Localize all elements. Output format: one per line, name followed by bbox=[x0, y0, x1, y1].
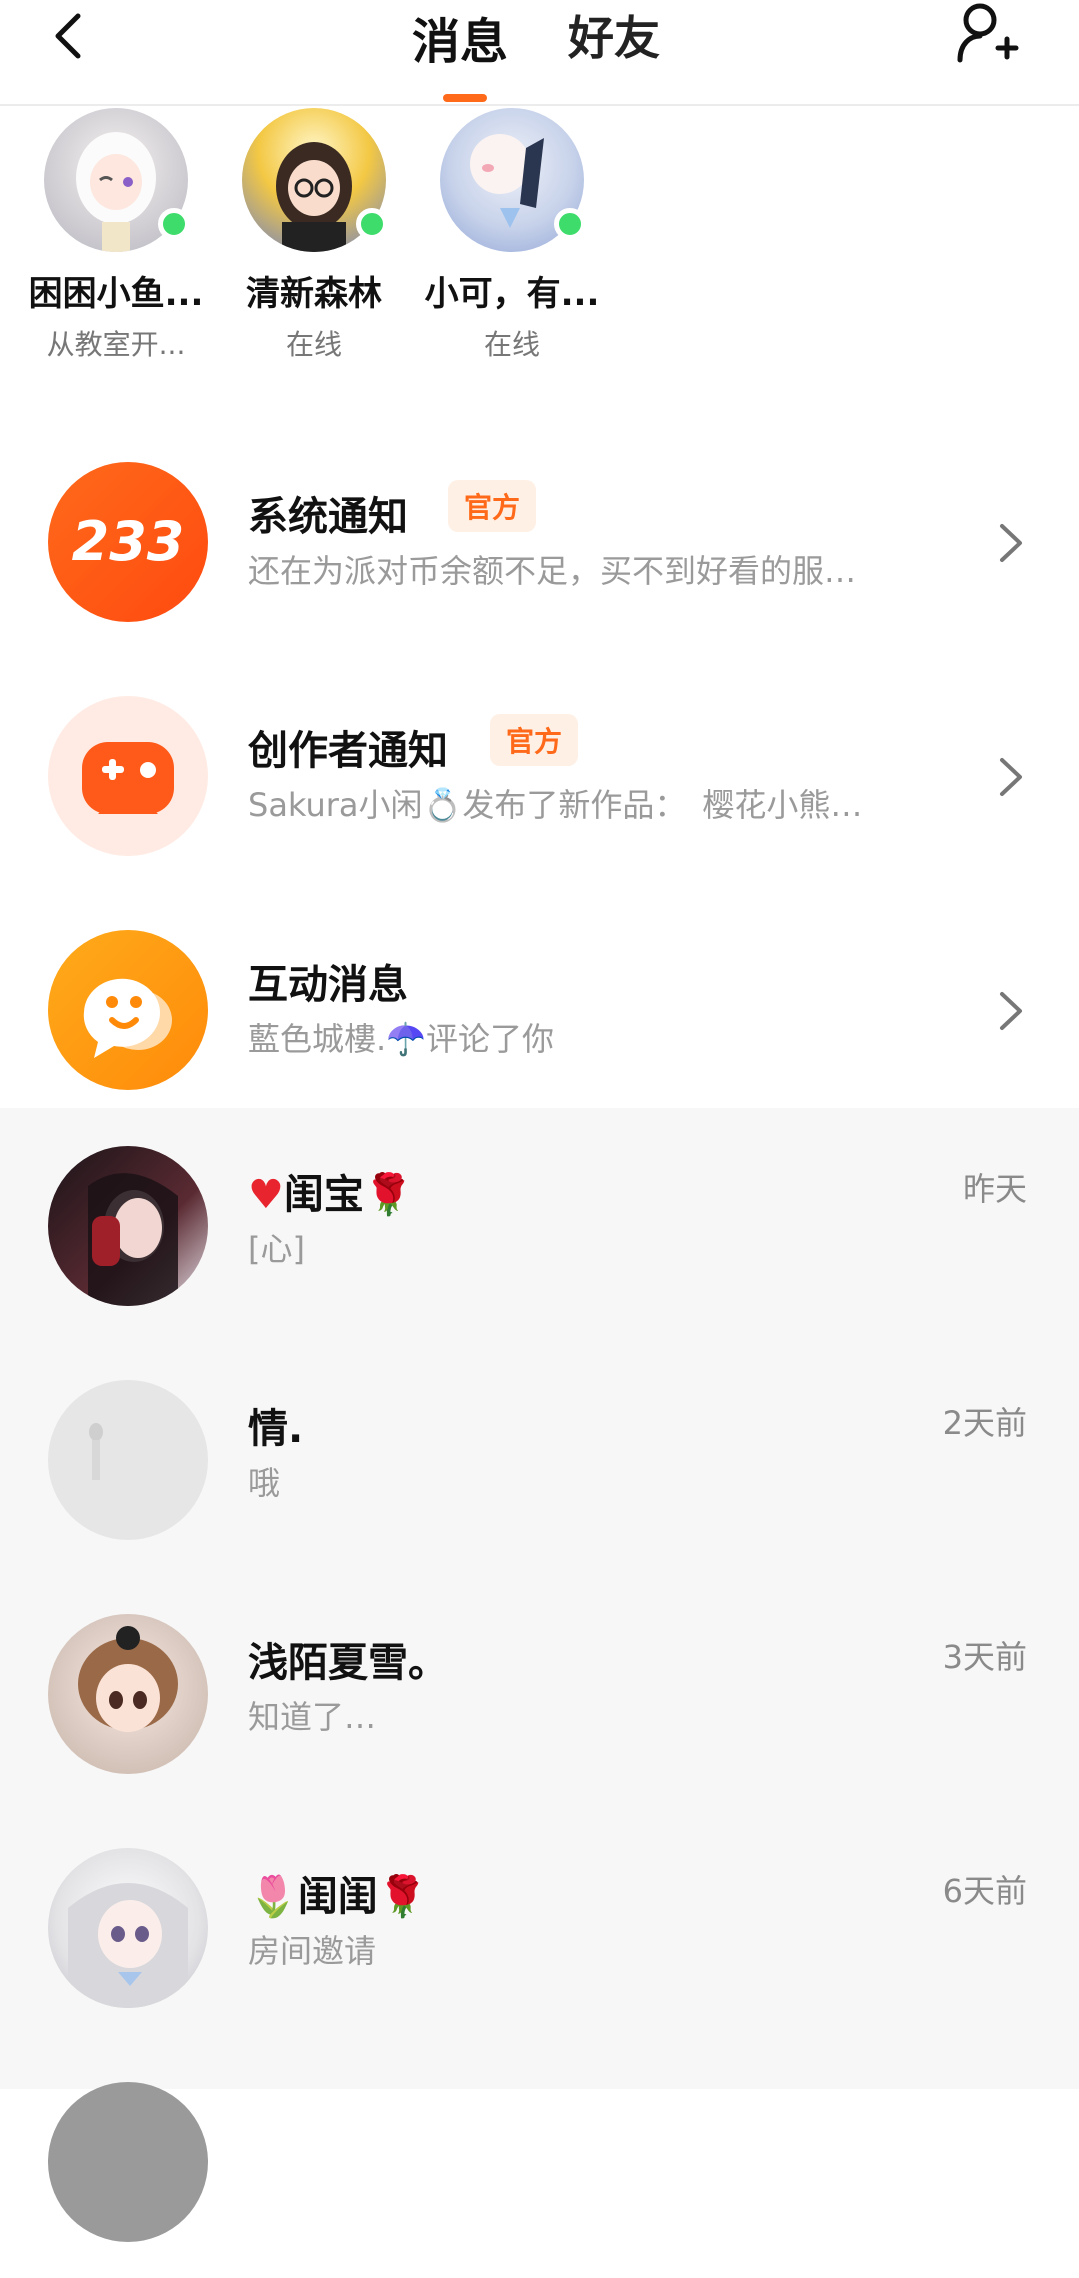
avatar bbox=[48, 1380, 208, 1540]
add-user-icon bbox=[957, 3, 1019, 63]
friend-status: 在线 bbox=[285, 328, 342, 361]
message-time: 昨天 bbox=[962, 1170, 1027, 1208]
gamepad-plus-icon bbox=[48, 696, 208, 856]
last-message: 知道了… bbox=[248, 1698, 377, 1736]
conversation-row[interactable]: 情. 哦 2天前 bbox=[0, 1342, 1079, 1576]
official-badge: 官方 bbox=[448, 480, 537, 532]
message-time: 3天前 bbox=[942, 1638, 1027, 1676]
heart-emoji: ♥ bbox=[248, 1172, 284, 1218]
online-friend-item[interactable]: 清新森林 在线 bbox=[216, 104, 412, 363]
conversation-row[interactable]: 🌷闺闺🌹 房间邀请 6天前 bbox=[0, 1810, 1079, 2044]
notification-preview: 还在为派对币余额不足，买不到好看的服… bbox=[248, 552, 857, 590]
chevron-right-icon bbox=[1000, 992, 1022, 1030]
avatar bbox=[48, 2082, 208, 2242]
conversation-row[interactable]: ♥闺宝🌹 [心] 昨天 bbox=[0, 1108, 1079, 1342]
contact-name-text: 情. bbox=[248, 1406, 304, 1452]
online-status-dot bbox=[554, 208, 586, 240]
avatar bbox=[48, 1614, 208, 1774]
conversation-list: ♥闺宝🌹 [心] 昨天 情. 哦 2天前 浅陌夏雪。 知道了… 3天前 🌷闺闺🌹… bbox=[0, 1108, 1079, 2242]
logo-233-text: 233 bbox=[71, 510, 185, 573]
friend-name: 小可，有... bbox=[424, 274, 600, 314]
active-tab-indicator bbox=[443, 94, 487, 102]
friend-status: 在线 bbox=[483, 328, 540, 361]
contact-name-text: 闺宝 bbox=[283, 1172, 364, 1218]
avatar bbox=[48, 1146, 208, 1306]
avatar bbox=[48, 1848, 208, 2008]
chevron-right-icon bbox=[1000, 524, 1022, 562]
online-friends-strip: 困困小鱼... 从教室开... 清新森林 在线 小可，有... 在线 bbox=[0, 104, 1079, 404]
last-message: 哦 bbox=[248, 1464, 281, 1502]
top-bar: 消息 好友 bbox=[0, 0, 1079, 106]
friend-name: 困困小鱼... bbox=[28, 274, 204, 314]
online-status-dot bbox=[356, 208, 388, 240]
creator-notification-row[interactable]: 创作者通知 官方 Sakura小闲💍发布了新作品： 樱花小熊… bbox=[0, 640, 1079, 874]
contact-name-text: 浅陌夏雪。 bbox=[248, 1640, 448, 1686]
message-time: 6天前 bbox=[942, 1872, 1027, 1910]
contact-name: ♥闺宝🌹 bbox=[248, 1162, 414, 1220]
contact-name: 情. bbox=[248, 1396, 303, 1454]
online-status-dot bbox=[158, 208, 190, 240]
message-time: 2天前 bbox=[942, 1404, 1027, 1442]
chevron-right-icon bbox=[1000, 758, 1022, 796]
notification-preview: Sakura小闲💍发布了新作品： 樱花小熊… bbox=[248, 786, 863, 824]
tab-friends[interactable]: 好友 bbox=[568, 2, 660, 68]
contact-name: 🌷闺闺🌹 bbox=[248, 1864, 428, 1922]
notification-title: 系统通知 bbox=[248, 494, 408, 540]
online-friend-item[interactable]: 困困小鱼... 从教室开... bbox=[18, 104, 214, 363]
rose-emoji: 🌹 bbox=[363, 1172, 414, 1218]
chat-bubble-icon bbox=[48, 930, 208, 1090]
logo-233-icon: 233 bbox=[48, 462, 208, 622]
rose-emoji: 🌹 bbox=[377, 1874, 428, 1920]
system-notification-row[interactable]: 233 系统通知 官方 还在为派对币余额不足，买不到好看的服… bbox=[0, 406, 1079, 640]
contact-name: 浅陌夏雪。 bbox=[248, 1630, 448, 1688]
official-badge: 官方 bbox=[490, 714, 579, 766]
interaction-message-row[interactable]: 互动消息 藍色城樓.☂️评论了你 bbox=[0, 874, 1079, 1108]
friend-name: 清新森林 bbox=[246, 274, 382, 314]
tab-bar: 消息 好友 bbox=[0, 0, 1079, 104]
last-message: 房间邀请 bbox=[248, 1932, 377, 1970]
tab-messages[interactable]: 消息 bbox=[412, 2, 508, 72]
add-friend-button[interactable] bbox=[950, 0, 1020, 70]
notification-title: 互动消息 bbox=[248, 962, 408, 1008]
notification-preview: 藍色城樓.☂️评论了你 bbox=[248, 1020, 555, 1058]
tulip-emoji: 🌷 bbox=[248, 1874, 298, 1920]
conversation-row[interactable]: 浅陌夏雪。 知道了… 3天前 bbox=[0, 1576, 1079, 1810]
notification-title: 创作者通知 bbox=[248, 728, 448, 774]
contact-name-text: 闺闺 bbox=[297, 1874, 378, 1920]
last-message: [心] bbox=[248, 1230, 305, 1268]
friend-status: 从教室开... bbox=[46, 328, 186, 361]
conversation-row[interactable] bbox=[0, 2044, 1079, 2278]
online-friend-item[interactable]: 小可，有... 在线 bbox=[414, 104, 610, 363]
